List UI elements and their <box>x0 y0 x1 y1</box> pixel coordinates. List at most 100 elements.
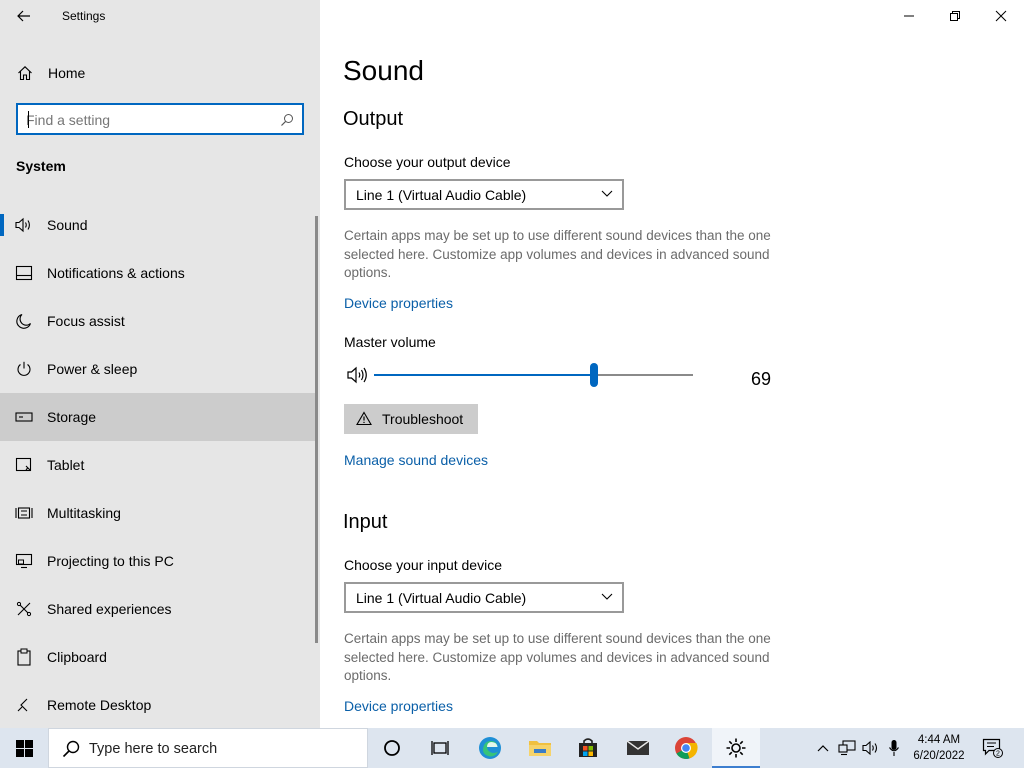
sidebar-item-storage[interactable]: Storage <box>0 393 316 441</box>
output-heading: Output <box>343 108 404 130</box>
mail-icon <box>626 740 650 755</box>
sidebar-section-system: System <box>16 158 66 174</box>
output-description: Certain apps may be set up to use differ… <box>344 228 771 280</box>
clock-date: 6/20/2022 <box>913 750 965 762</box>
network-tray-button[interactable] <box>836 728 858 768</box>
storage-icon <box>14 407 34 427</box>
output-device-properties-link[interactable]: Device properties <box>344 295 453 311</box>
start-button[interactable] <box>0 728 48 768</box>
notification-count: 2 <box>996 751 1000 758</box>
multitasking-icon <box>14 503 34 523</box>
master-volume-thumb[interactable] <box>590 363 598 387</box>
task-view-icon <box>431 741 449 755</box>
notification-icon <box>14 263 34 283</box>
file-explorer-button[interactable] <box>516 728 564 768</box>
microphone-icon <box>889 740 899 756</box>
sidebar-scrollbar[interactable] <box>315 216 318 643</box>
sidebar-item-focus-assist[interactable]: Focus assist <box>0 297 316 345</box>
store-icon <box>579 738 597 757</box>
sidebar-item-tablet[interactable]: Tablet <box>0 441 316 489</box>
edge-icon <box>479 737 501 759</box>
cortana-button[interactable] <box>368 728 416 768</box>
speaker-icon <box>14 215 34 235</box>
sidebar-item-label: Shared experiences <box>47 601 172 617</box>
app-title: Settings <box>62 9 106 23</box>
chrome-button[interactable] <box>662 728 710 768</box>
master-volume-slider[interactable] <box>374 363 693 387</box>
troubleshoot-button[interactable]: Troubleshoot <box>344 404 478 434</box>
file-explorer-icon <box>529 741 551 756</box>
input-device-label: Choose your input device <box>344 557 502 573</box>
clipboard-icon <box>14 647 34 667</box>
minimize-icon <box>904 15 914 17</box>
restore-icon <box>950 11 960 21</box>
settings-taskbar-button[interactable] <box>712 728 760 768</box>
sidebar-item-label: Multitasking <box>47 505 121 521</box>
microphone-tray-button[interactable] <box>884 728 904 768</box>
chevron-down-icon <box>601 190 613 197</box>
find-setting-search[interactable] <box>16 103 304 135</box>
mail-button[interactable] <box>614 728 662 768</box>
sidebar-item-sound[interactable]: Sound <box>0 201 316 249</box>
sidebar-item-shared-experiences[interactable]: Shared experiences <box>0 585 316 633</box>
taskbar-clock[interactable]: 4:44 AM 6/20/2022 <box>906 732 972 764</box>
troubleshoot-label: Troubleshoot <box>382 411 464 427</box>
sidebar-item-label: Tablet <box>47 457 85 473</box>
sidebar-item-label: Home <box>48 65 86 81</box>
restore-button[interactable] <box>932 0 978 32</box>
sidebar-item-label: Notifications & actions <box>47 265 185 281</box>
text-caret <box>28 111 29 128</box>
search-icon[interactable] <box>280 113 294 127</box>
sidebar-item-notifications[interactable]: Notifications & actions <box>0 249 316 297</box>
store-button[interactable] <box>564 728 612 768</box>
input-device-dropdown[interactable]: Line 1 (Virtual Audio Cable) <box>344 582 624 613</box>
tablet-icon <box>14 455 34 475</box>
output-device-value: Line 1 (Virtual Audio Cable) <box>356 187 527 203</box>
close-button[interactable] <box>978 0 1024 32</box>
moon-icon <box>14 311 34 331</box>
input-device-value: Line 1 (Virtual Audio Cable) <box>356 590 527 606</box>
edge-button[interactable] <box>466 728 514 768</box>
title-bar: Settings <box>0 0 320 32</box>
find-setting-input[interactable] <box>26 111 276 129</box>
show-hidden-icons-button[interactable] <box>812 728 834 768</box>
taskbar-search-box[interactable]: Type here to search <box>48 728 368 768</box>
chrome-icon <box>675 737 698 759</box>
taskbar: Type here to search 4:44 AM 6/20/2022 2 <box>0 728 1024 768</box>
cortana-circle-icon <box>384 740 400 756</box>
remote-desktop-icon <box>14 695 34 715</box>
sidebar-item-home[interactable]: Home <box>0 55 320 91</box>
sidebar-item-clipboard[interactable]: Clipboard <box>0 633 316 681</box>
input-heading: Input <box>343 511 388 533</box>
task-view-button[interactable] <box>416 728 464 768</box>
speaker-icon <box>862 741 878 755</box>
volume-icon[interactable] <box>346 365 370 385</box>
sidebar-item-label: Storage <box>47 409 97 425</box>
clock-time: 4:44 AM <box>917 734 961 746</box>
sidebar-item-power-sleep[interactable]: Power & sleep <box>0 345 316 393</box>
search-icon <box>62 740 80 758</box>
sidebar-item-remote-desktop[interactable]: Remote Desktop <box>0 681 316 729</box>
volume-tray-button[interactable] <box>860 728 882 768</box>
sidebar-item-label: Clipboard <box>47 649 107 665</box>
action-center-button[interactable]: 2 <box>980 728 1006 768</box>
input-device-properties-link[interactable]: Device properties <box>344 698 453 714</box>
output-device-dropdown[interactable]: Line 1 (Virtual Audio Cable) <box>344 179 624 210</box>
sidebar-item-multitasking[interactable]: Multitasking <box>0 489 316 537</box>
sidebar-item-projecting[interactable]: Projecting to this PC <box>0 537 316 585</box>
minimize-button[interactable] <box>886 0 932 32</box>
shared-experiences-icon <box>14 599 34 619</box>
back-arrow-icon <box>17 10 30 22</box>
power-icon <box>14 359 34 379</box>
close-icon <box>995 10 1007 22</box>
taskbar-search-placeholder: Type here to search <box>89 741 218 757</box>
back-button[interactable] <box>8 2 40 30</box>
master-volume-fill <box>374 374 594 376</box>
output-device-label: Choose your output device <box>344 154 511 170</box>
manage-sound-devices-link[interactable]: Manage sound devices <box>344 452 488 468</box>
page-title: Sound <box>343 55 424 86</box>
settings-sidebar: Settings Home System Sound Notifications… <box>0 0 320 728</box>
sidebar-item-label: Focus assist <box>47 313 125 329</box>
input-description: Certain apps may be set up to use differ… <box>344 631 771 683</box>
windows-logo-icon <box>15 739 33 757</box>
